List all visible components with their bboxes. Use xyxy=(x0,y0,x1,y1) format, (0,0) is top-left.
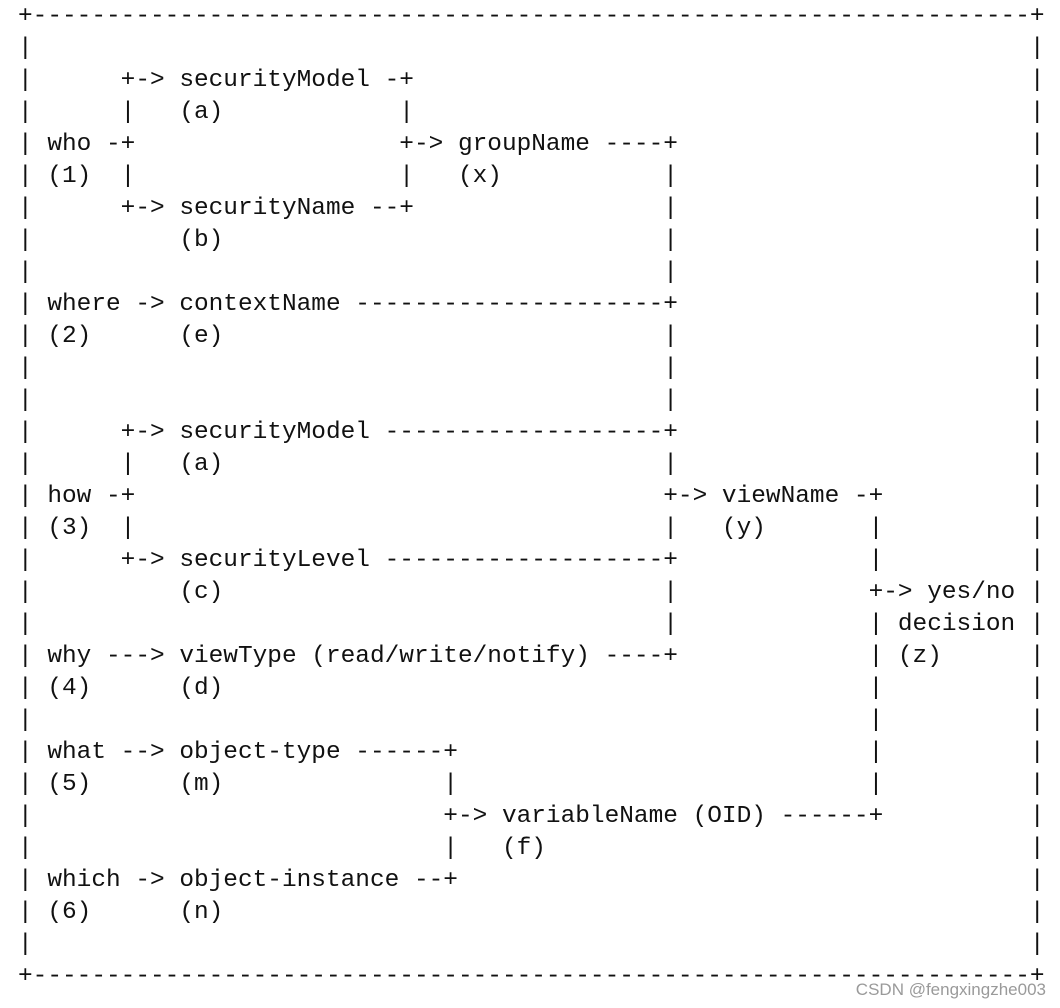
diagram-line: | (c) | +-> yes/no | xyxy=(18,579,1045,606)
diagram-line: | which -> object-instance --+ | xyxy=(18,867,1045,894)
diagram-line: | +-> securityName --+ | | xyxy=(18,195,1045,222)
diagram-line: | (3) | | (y) | | xyxy=(18,515,1045,542)
diagram-line: | how -+ +-> viewName -+ | xyxy=(18,483,1045,510)
ascii-access-control-diagram: +---------------------------------------… xyxy=(18,1,1045,993)
diagram-line: | (1) | | (x) | | xyxy=(18,163,1045,190)
diagram-line: | +-> securityModel -+ | xyxy=(18,67,1045,94)
diagram-line: | +-> securityModel -------------------+… xyxy=(18,419,1045,446)
diagram-line: | where -> contextName -----------------… xyxy=(18,291,1045,318)
diagram-line: | (2) (e) | | xyxy=(18,323,1045,350)
diagram-line: | | xyxy=(18,931,1045,958)
diagram-line: | | | decision | xyxy=(18,611,1045,638)
diagram-line: | +-> variableName (OID) ------+ | xyxy=(18,803,1045,830)
diagram-line: | (b) | | xyxy=(18,227,1045,254)
diagram-line: | | | xyxy=(18,259,1045,286)
diagram-line: | | (f) | xyxy=(18,835,1045,862)
diagram-line: | | xyxy=(18,35,1045,62)
diagram-line: | what --> object-type ------+ | | xyxy=(18,739,1045,766)
diagram-line: | why ---> viewType (read/write/notify) … xyxy=(18,643,1045,670)
diagram-line: | +-> securityLevel -------------------+… xyxy=(18,547,1045,574)
diagram-line: | (4) (d) | | xyxy=(18,675,1045,702)
diagram-line: | (6) (n) | xyxy=(18,899,1045,926)
diagram-line: | | (a) | | xyxy=(18,451,1045,478)
diagram-line: | | | xyxy=(18,355,1045,382)
diagram-line: +---------------------------------------… xyxy=(18,3,1045,30)
watermark: CSDN @fengxingzhe003 xyxy=(855,980,1046,999)
diagram-line: | (5) (m) | | | xyxy=(18,771,1045,798)
diagram-line: | | | xyxy=(18,707,1045,734)
diagram-line: | who -+ +-> groupName ----+ | xyxy=(18,131,1045,158)
diagram-line: | | (a) | | xyxy=(18,99,1045,126)
diagram-line: | | | xyxy=(18,387,1045,414)
